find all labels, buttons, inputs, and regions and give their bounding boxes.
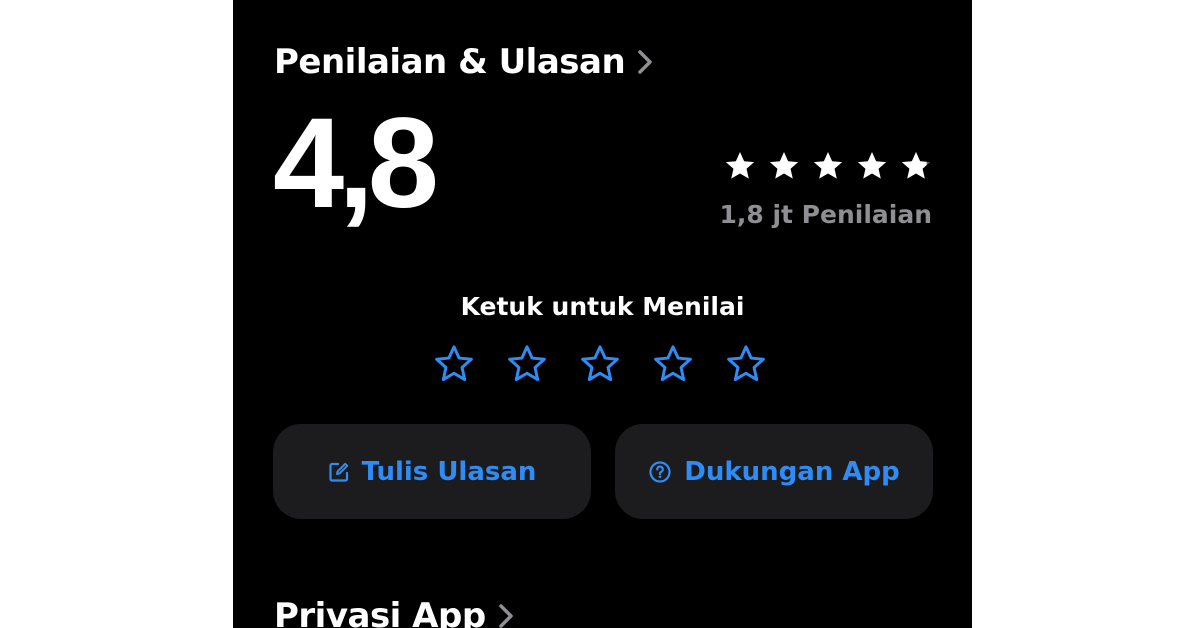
- chevron-right-icon: [498, 603, 514, 628]
- star-filled-icon: [813, 152, 843, 179]
- star-filled-icon: [769, 152, 799, 179]
- write-review-button[interactable]: Tulis Ulasan: [273, 424, 591, 519]
- rate-star-5-icon[interactable]: [725, 343, 767, 385]
- compose-icon: [328, 462, 348, 482]
- rate-star-4-icon[interactable]: [652, 343, 694, 385]
- ratings-reviews-header[interactable]: Penilaian & Ulasan: [274, 38, 653, 86]
- tap-to-rate-stars: [433, 343, 767, 385]
- app-support-button[interactable]: Dukungan App: [615, 424, 933, 519]
- star-filled-icon: [725, 152, 755, 179]
- star-filled-icon: [857, 152, 887, 179]
- app-privacy-title: Privasi App: [274, 596, 486, 628]
- question-circle-icon: [649, 460, 671, 483]
- rating-count: 1,8 jt Penilaian: [719, 200, 932, 229]
- app-store-screen: Penilaian & Ulasan 4,8 1,8 jt Penilaian …: [233, 0, 972, 628]
- rate-star-2-icon[interactable]: [506, 343, 548, 385]
- average-rating: 4,8: [273, 92, 439, 235]
- rate-star-1-icon[interactable]: [433, 343, 475, 385]
- chevron-right-icon: [637, 49, 653, 75]
- ratings-reviews-title: Penilaian & Ulasan: [274, 42, 626, 82]
- app-support-label: Dukungan App: [684, 456, 900, 487]
- star-mostly-filled-icon: [901, 152, 931, 179]
- rating-stars-summary: [724, 150, 932, 182]
- app-privacy-header[interactable]: Privasi App: [274, 592, 514, 628]
- tap-to-rate-label: Ketuk untuk Menilai: [460, 292, 745, 321]
- write-review-label: Tulis Ulasan: [361, 456, 537, 487]
- rate-star-3-icon[interactable]: [579, 343, 621, 385]
